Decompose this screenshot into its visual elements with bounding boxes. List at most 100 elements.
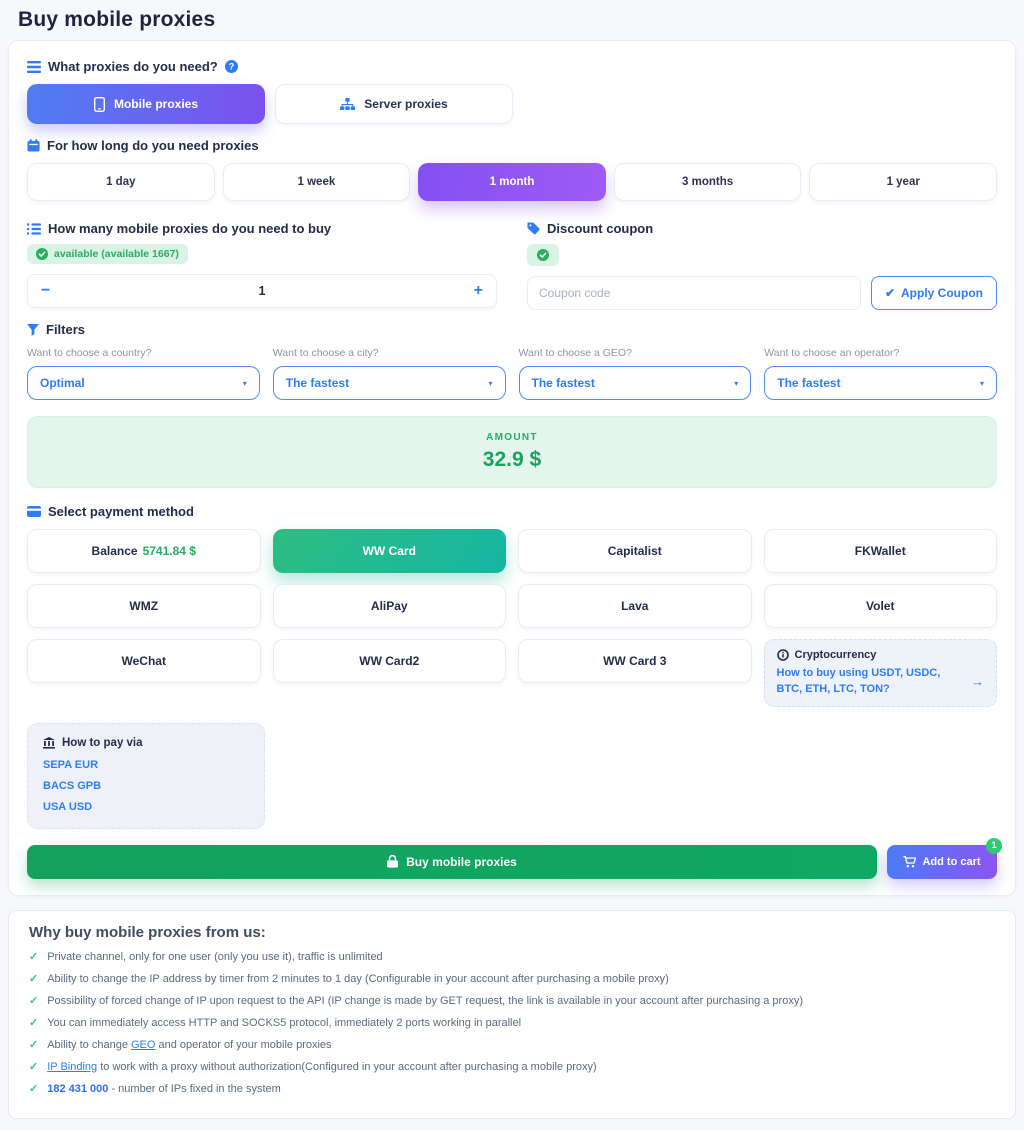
chevron-down-icon: ▾ xyxy=(243,379,247,388)
coupon-heading: Discount coupon xyxy=(527,221,997,236)
payment-heading-text: Select payment method xyxy=(48,504,194,519)
check-circle-icon xyxy=(537,249,549,261)
filters-grid: Want to choose a country? Optimal ▾ Want… xyxy=(27,347,997,400)
check-icon: ✔ xyxy=(885,286,895,300)
proxy-type-mobile-button[interactable]: Mobile proxies xyxy=(27,84,265,124)
ip-count: 182 431 000 xyxy=(47,1083,108,1095)
cart-icon xyxy=(903,856,916,868)
duration-3-months-button[interactable]: 3 months xyxy=(614,163,802,201)
check-icon: ✓ xyxy=(29,972,38,988)
sepa-eur-link[interactable]: SEPA EUR xyxy=(43,759,249,771)
operator-filter-label: Want to choose an operator? xyxy=(764,347,997,359)
chevron-down-icon: ▾ xyxy=(488,379,492,388)
add-to-cart-label: Add to cart xyxy=(922,856,980,868)
info-icon xyxy=(777,649,789,661)
check-icon: ✓ xyxy=(29,1082,38,1098)
quantity-value[interactable]: 1 xyxy=(50,284,473,298)
list-ordered-icon xyxy=(27,223,41,235)
coupon-status-badge xyxy=(527,244,559,266)
geo-link[interactable]: GEO xyxy=(131,1039,155,1051)
cart-count-badge: 1 xyxy=(986,838,1002,854)
benefit-text: Possibility of forced change of IP upon … xyxy=(47,994,803,1010)
cryptocurrency-panel[interactable]: Cryptocurrency How to buy using USDT, US… xyxy=(764,639,998,707)
proxy-type-server-button[interactable]: Server proxies xyxy=(275,84,513,124)
duration-1-week-button[interactable]: 1 week xyxy=(223,163,411,201)
benefit-item: ✓ 182 431 000 - number of IPs fixed in t… xyxy=(29,1082,995,1098)
coupon-section: Discount coupon ✔ Apply Coupon xyxy=(527,217,997,310)
filters-heading-text: Filters xyxy=(46,322,85,337)
benefit-text: IP Binding to work with a proxy without … xyxy=(47,1060,596,1076)
balance-value: 5741.84 $ xyxy=(143,544,196,558)
city-filter-label: Want to choose a city? xyxy=(273,347,506,359)
duration-1-day-button[interactable]: 1 day xyxy=(27,163,215,201)
availability-badge: available (available 1667) xyxy=(27,244,188,264)
proxy-type-options: Mobile proxies Server proxies xyxy=(27,84,997,124)
benefit-text: Private channel, only for one user (only… xyxy=(47,950,382,966)
amount-panel: AMOUNT 32.9 $ xyxy=(27,416,997,488)
proxy-type-heading: What proxies do you need? ? xyxy=(27,59,997,74)
country-select-value: Optimal xyxy=(40,376,85,390)
benefit-text: Ability to change the IP address by time… xyxy=(47,972,669,988)
payment-volet-button[interactable]: Volet xyxy=(764,584,998,628)
benefit-text: 182 431 000 - number of IPs fixed in the… xyxy=(47,1082,281,1098)
quantity-heading: How many mobile proxies do you need to b… xyxy=(27,221,497,236)
geo-select[interactable]: The fastest ▾ xyxy=(519,366,752,400)
check-icon: ✓ xyxy=(29,950,38,966)
payment-balance-button[interactable]: Balance 5741.84 $ xyxy=(27,529,261,573)
add-to-cart-button[interactable]: Add to cart 1 xyxy=(887,845,997,879)
duration-1-year-button[interactable]: 1 year xyxy=(809,163,997,201)
payment-heading: Select payment method xyxy=(27,504,997,519)
payment-capitalist-button[interactable]: Capitalist xyxy=(518,529,752,573)
benefit-item: ✓ Ability to change GEO and operator of … xyxy=(29,1038,995,1054)
help-icon[interactable]: ? xyxy=(225,60,238,73)
payment-wechat-button[interactable]: WeChat xyxy=(27,639,261,683)
buy-mobile-proxies-button[interactable]: Buy mobile proxies xyxy=(27,845,877,879)
payment-fkwallet-button[interactable]: FKWallet xyxy=(764,529,998,573)
payment-alipay-button[interactable]: AliPay xyxy=(273,584,507,628)
country-filter-label: Want to choose a country? xyxy=(27,347,260,359)
check-icon: ✓ xyxy=(29,1060,38,1076)
chevron-down-icon: ▾ xyxy=(734,379,738,388)
payment-ww-card3-button[interactable]: WW Card 3 xyxy=(518,639,752,683)
page-title: Buy mobile proxies xyxy=(0,0,1024,40)
country-select[interactable]: Optimal ▾ xyxy=(27,366,260,400)
payment-wmz-button[interactable]: WMZ xyxy=(27,584,261,628)
operator-select[interactable]: The fastest ▾ xyxy=(764,366,997,400)
coupon-heading-text: Discount coupon xyxy=(547,221,653,236)
quantity-heading-text: How many mobile proxies do you need to b… xyxy=(48,221,331,236)
city-select[interactable]: The fastest ▾ xyxy=(273,366,506,400)
coupon-code-input[interactable] xyxy=(527,276,861,310)
bacs-gpb-link[interactable]: BACS GPB xyxy=(43,780,249,792)
payment-lava-button[interactable]: Lava xyxy=(518,584,752,628)
tag-icon xyxy=(527,222,540,235)
filters-heading: Filters xyxy=(27,322,997,337)
crypto-how-to-buy-link[interactable]: How to buy using USDT, USDC, BTC, ETH, L… xyxy=(777,666,964,698)
check-icon: ✓ xyxy=(29,994,38,1010)
quantity-section: How many mobile proxies do you need to b… xyxy=(27,217,497,310)
usa-usd-link[interactable]: USA USD xyxy=(43,801,249,813)
benefit-item: ✓ Ability to change the IP address by ti… xyxy=(29,972,995,988)
how-to-pay-title: How to pay via xyxy=(62,737,143,749)
operator-select-value: The fastest xyxy=(777,376,840,390)
payment-ww-card-button[interactable]: WW Card xyxy=(273,529,507,573)
check-icon: ✓ xyxy=(29,1016,38,1032)
city-filter: Want to choose a city? The fastest ▾ xyxy=(273,347,506,400)
duration-1-month-button[interactable]: 1 month xyxy=(418,163,606,201)
lock-icon xyxy=(387,855,398,868)
payment-ww-card2-button[interactable]: WW Card2 xyxy=(273,639,507,683)
apply-coupon-label: Apply Coupon xyxy=(901,286,983,300)
svg-text:?: ? xyxy=(229,62,235,72)
check-icon: ✓ xyxy=(29,1038,38,1054)
duration-heading-text: For how long do you need proxies xyxy=(47,138,259,153)
apply-coupon-button[interactable]: ✔ Apply Coupon xyxy=(871,276,997,310)
actions-row: Buy mobile proxies Add to cart 1 xyxy=(27,845,997,879)
purchase-card: What proxies do you need? ? Mobile proxi… xyxy=(8,40,1016,896)
balance-label: Balance xyxy=(92,544,138,558)
proxy-type-mobile-label: Mobile proxies xyxy=(114,97,198,111)
benefit-text: You can immediately access HTTP and SOCK… xyxy=(47,1016,521,1032)
ip-binding-link[interactable]: IP Binding xyxy=(47,1061,97,1073)
credit-card-icon xyxy=(27,506,41,517)
decrease-quantity-button[interactable]: − xyxy=(41,283,50,299)
increase-quantity-button[interactable]: + xyxy=(474,283,483,299)
benefits-title: Why buy mobile proxies from us: xyxy=(29,924,995,941)
